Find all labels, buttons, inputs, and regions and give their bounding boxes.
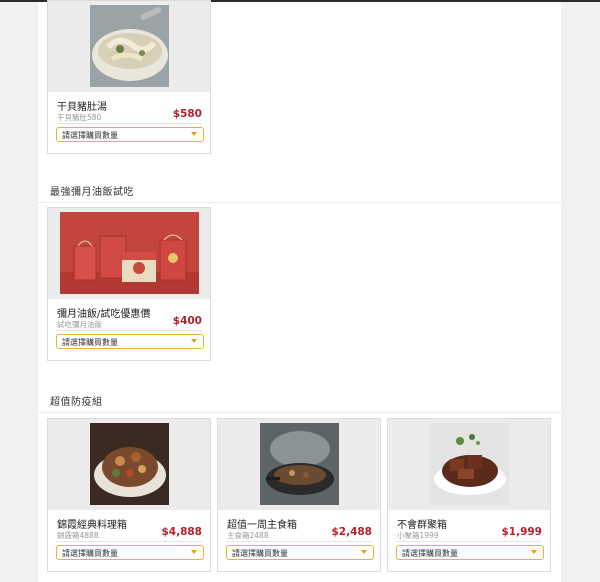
chevron-down-icon [191, 132, 197, 136]
quantity-select-label: 請選擇購買數量 [62, 549, 118, 558]
product-subtitle: 小聚箱1999 [397, 531, 439, 540]
section-divider [38, 412, 561, 413]
quantity-select[interactable]: 請選擇購買數量 [56, 127, 204, 142]
section-title-oil-rice: 最強彌月油飯試吃 [50, 187, 134, 198]
product-image-gift-boxes[interactable] [60, 212, 199, 294]
product-image-soup[interactable] [90, 5, 169, 87]
divider [56, 330, 202, 331]
product-name: 干貝豬肚湯 [57, 102, 107, 113]
product-name: 超值一周主食箱 [227, 520, 297, 531]
product-image-braised-pork[interactable] [430, 423, 509, 505]
product-image-area [48, 1, 210, 92]
product-price: $400 [172, 315, 202, 327]
product-image-area [48, 208, 210, 299]
product-name: 彌月油飯/試吃優惠價 [57, 309, 151, 320]
divider [396, 541, 542, 542]
product-name: 錦霞經典料理箱 [57, 520, 127, 531]
product-price: $4,888 [161, 526, 202, 538]
product-subtitle: 試吃彌月油飯 [57, 320, 102, 329]
product-subtitle: 錦霞箱4888 [57, 531, 99, 540]
product-image-wok[interactable] [260, 423, 339, 505]
product-image-area [218, 419, 380, 510]
product-image-dish[interactable] [90, 423, 169, 505]
quantity-select-label: 請選擇購買數量 [62, 131, 118, 140]
product-price: $1,999 [501, 526, 542, 538]
quantity-select[interactable]: 請選擇購買數量 [56, 334, 204, 349]
quantity-select[interactable]: 請選擇購買數量 [56, 545, 204, 560]
quantity-select[interactable]: 請選擇購買數量 [226, 545, 374, 560]
product-card-weekly-staple-box[interactable]: 超值一周主食箱 主食箱2488 $2,488 請選擇購買數量 [217, 418, 381, 572]
divider [226, 541, 372, 542]
quantity-select[interactable]: 請選擇購買數量 [396, 545, 544, 560]
section-divider [38, 202, 561, 203]
product-price: $2,488 [331, 526, 372, 538]
product-card-jinxia-box[interactable]: 錦霞經典料理箱 錦霞箱4888 $4,888 請選擇購買數量 [47, 418, 211, 572]
product-subtitle: 干貝豬肚580 [57, 113, 102, 122]
product-card-pork-tripe-soup[interactable]: 干貝豬肚湯 干貝豬肚580 $580 請選擇購買數量 [47, 0, 211, 154]
product-image-area [388, 419, 550, 510]
chevron-down-icon [361, 550, 367, 554]
section-title-value-sets: 超值防疫組 [50, 397, 103, 408]
product-name: 不會群聚箱 [397, 520, 447, 531]
divider [56, 541, 202, 542]
product-card-oil-rice-trial[interactable]: 彌月油飯/試吃優惠價 試吃彌月油飯 $400 請選擇購買數量 [47, 207, 211, 361]
product-list: 干貝豬肚湯 干貝豬肚580 $580 請選擇購買數量 最強彌月油飯試吃 彌月油飯… [38, 0, 561, 582]
product-image-area [48, 419, 210, 510]
product-card-no-gathering-box[interactable]: 不會群聚箱 小聚箱1999 $1,999 請選擇購買數量 [387, 418, 551, 572]
chevron-down-icon [531, 550, 537, 554]
divider [56, 123, 202, 124]
chevron-down-icon [191, 550, 197, 554]
quantity-select-label: 請選擇購買數量 [232, 549, 288, 558]
product-subtitle: 主食箱2488 [227, 531, 269, 540]
quantity-select-label: 請選擇購買數量 [62, 338, 118, 347]
quantity-select-label: 請選擇購買數量 [402, 549, 458, 558]
product-price: $580 [172, 108, 202, 120]
chevron-down-icon [191, 339, 197, 343]
